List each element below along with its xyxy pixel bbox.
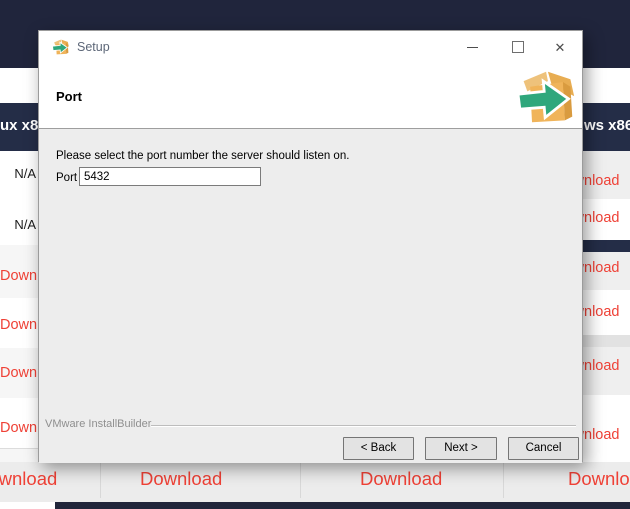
column-separator xyxy=(503,462,504,498)
table-row: N/A xyxy=(0,198,39,246)
column-separator xyxy=(300,462,301,498)
download-link[interactable]: Download xyxy=(583,304,620,320)
maximize-button[interactable] xyxy=(495,31,540,63)
download-link[interactable]: Download xyxy=(0,468,57,490)
installbuilder-box-arrow-icon xyxy=(52,39,69,55)
cancel-button[interactable]: Cancel xyxy=(508,437,579,460)
table-header-left: ux x8 xyxy=(0,117,39,134)
download-link[interactable]: Download xyxy=(0,317,39,333)
table-row: Download xyxy=(583,199,630,240)
close-icon: ✕ xyxy=(554,39,566,55)
table-bottom-row: Download Download Download Download xyxy=(0,462,630,502)
cell-value: N/A xyxy=(14,217,36,232)
table-row: Download xyxy=(583,151,630,200)
table-divider-band xyxy=(583,335,630,347)
table-row: Download xyxy=(583,395,630,462)
table-row: Download xyxy=(0,398,39,449)
close-button[interactable]: ✕ xyxy=(540,31,580,63)
table-right-column: Download Download Download Download Down… xyxy=(583,151,630,462)
column-separator xyxy=(100,462,101,498)
footer-divider xyxy=(151,425,576,427)
table-row: Download xyxy=(583,347,630,396)
page-title: Port xyxy=(56,89,82,104)
table-row: Download xyxy=(583,290,630,335)
table-header-right: ws x86 xyxy=(584,117,630,134)
download-link[interactable]: Download xyxy=(583,358,620,374)
table-row: Download xyxy=(0,245,39,299)
download-link[interactable]: Download xyxy=(583,427,620,443)
download-link[interactable]: Download xyxy=(583,210,620,226)
port-input[interactable] xyxy=(79,167,261,186)
download-link[interactable]: Download xyxy=(0,365,39,381)
window-title: Setup xyxy=(77,40,110,54)
window-controls: ✕ xyxy=(450,31,580,63)
download-link[interactable]: Download xyxy=(0,268,39,284)
dialog-titlebar[interactable]: Setup ✕ xyxy=(39,31,582,63)
download-link[interactable]: Download xyxy=(0,420,39,436)
download-link[interactable]: Download xyxy=(583,260,620,276)
minimize-icon xyxy=(467,46,478,48)
port-field-label: Port xyxy=(56,172,78,184)
table-row: N/A xyxy=(0,151,39,199)
table-left-column: N/A N/A Download Download Download Downl… xyxy=(0,151,39,462)
installbuilder-box-arrow-logo xyxy=(516,71,575,123)
next-button[interactable]: Next > xyxy=(425,437,497,460)
screenshot-root: ux x8 ws x86 N/A N/A Download Download D… xyxy=(0,0,630,509)
back-button[interactable]: < Back xyxy=(343,437,414,460)
table-row: Download xyxy=(0,348,39,399)
dialog-body: Please select the port number the server… xyxy=(39,129,582,463)
table-subheader-band xyxy=(583,240,630,252)
minimize-button[interactable] xyxy=(450,31,495,63)
page-bottom-navy-band xyxy=(55,502,630,509)
brand-text: VMware InstallBuilder xyxy=(45,418,152,430)
download-link[interactable]: Download xyxy=(583,173,620,189)
download-link[interactable]: Download xyxy=(568,468,630,490)
table-row: Download xyxy=(583,252,630,291)
download-link[interactable]: Download xyxy=(140,468,222,490)
instruction-text: Please select the port number the server… xyxy=(56,150,350,162)
cell-value: N/A xyxy=(14,166,36,181)
maximize-icon xyxy=(511,41,524,53)
dialog-header: Port xyxy=(39,63,582,129)
download-link[interactable]: Download xyxy=(360,468,442,490)
setup-dialog: Setup ✕ Port Please select the port numb… xyxy=(38,30,583,463)
table-row: Download xyxy=(0,298,39,349)
